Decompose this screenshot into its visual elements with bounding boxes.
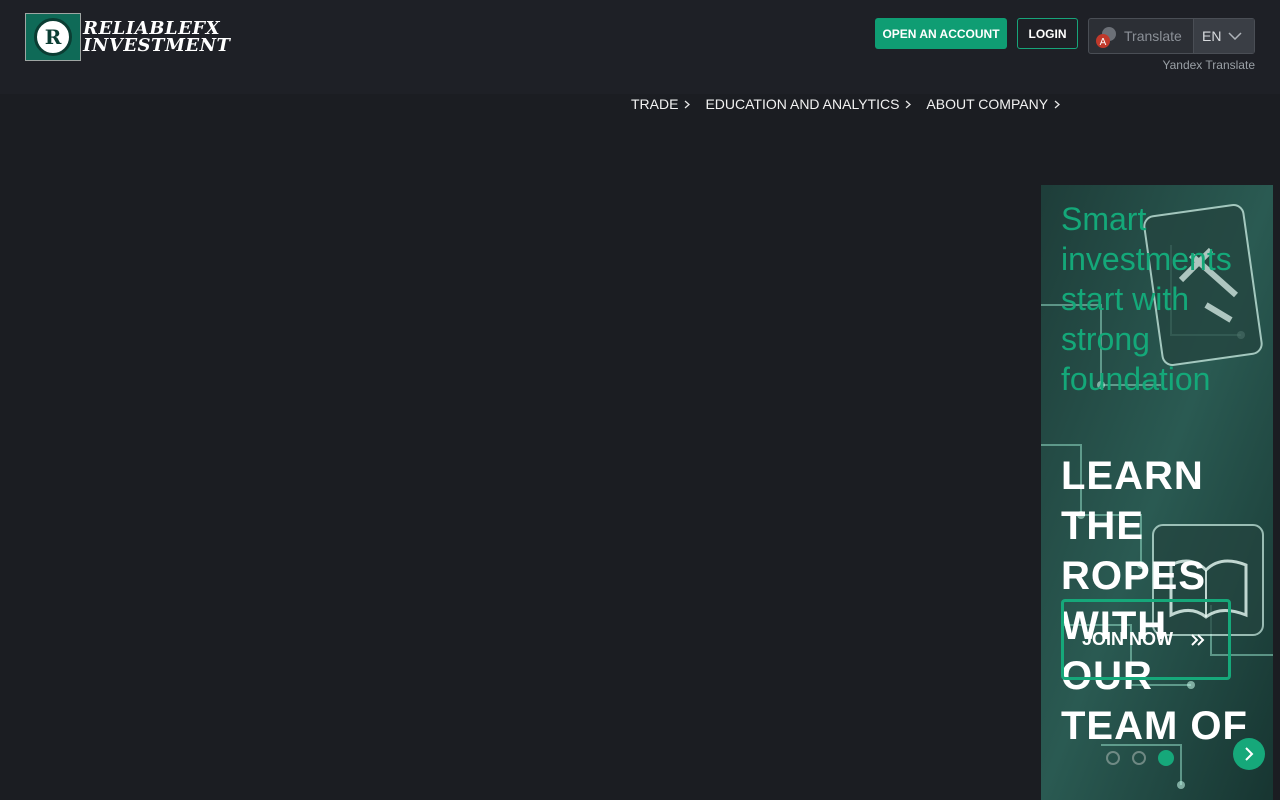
join-now-button[interactable]: JOIN NOW (1061, 599, 1231, 680)
translate-icon: A (1096, 27, 1116, 48)
open-account-button[interactable]: OPEN AN ACCOUNT (875, 18, 1007, 49)
chevron-right-icon (1054, 100, 1061, 108)
slide-dot[interactable] (1132, 751, 1146, 765)
svg-text:A: A (1100, 37, 1107, 48)
site-logo[interactable]: R RELIABLEFX INVESTMENT (25, 12, 230, 62)
translate-provider-link[interactable]: Yandex Translate (1160, 58, 1255, 72)
nav-item-education[interactable]: EDUCATION AND ANALYTICS (705, 96, 912, 112)
nav-item-trade[interactable]: TRADE (631, 96, 691, 112)
logo-emblem-icon: R (25, 13, 81, 61)
next-slide-button[interactable] (1233, 738, 1265, 770)
hero-slider: Smart investments start with strong foun… (1041, 185, 1273, 800)
join-now-label: JOIN NOW (1082, 629, 1174, 649)
double-chevron-right-icon (1191, 633, 1205, 646)
slide-dot[interactable] (1106, 751, 1120, 765)
login-button[interactable]: LOGIN (1017, 18, 1078, 49)
nav-item-label: EDUCATION AND ANALYTICS (705, 96, 900, 112)
hero-subtitle: Smart investments start with strong foun… (1061, 201, 1232, 397)
nav-item-label: ABOUT COMPANY (926, 96, 1049, 112)
chevron-right-icon (905, 100, 912, 108)
header: R RELIABLEFX INVESTMENT OPEN AN ACCOUNT … (0, 0, 1280, 94)
nav-item-about[interactable]: ABOUT COMPANY (926, 96, 1061, 112)
translate-button[interactable]: A Translate (1089, 19, 1193, 53)
chevron-down-icon (1228, 32, 1242, 40)
translate-widget[interactable]: A Translate EN (1088, 18, 1255, 54)
logo-line-2: INVESTMENT (83, 35, 231, 56)
slide-dot-active[interactable] (1158, 750, 1174, 766)
nav-item-label: TRADE (631, 96, 679, 112)
slider-pagination (1106, 750, 1174, 766)
language-value: EN (1202, 28, 1222, 44)
logo-letter: R (34, 18, 72, 56)
language-select[interactable]: EN (1193, 19, 1254, 53)
logo-wordmark: RELIABLEFX INVESTMENT (83, 20, 231, 56)
chevron-right-icon (685, 100, 691, 108)
arrow-right-icon (1245, 747, 1254, 761)
main-nav: TRADE EDUCATION AND ANALYTICS ABOUT COMP… (631, 96, 1075, 112)
translate-label: Translate (1124, 28, 1182, 44)
